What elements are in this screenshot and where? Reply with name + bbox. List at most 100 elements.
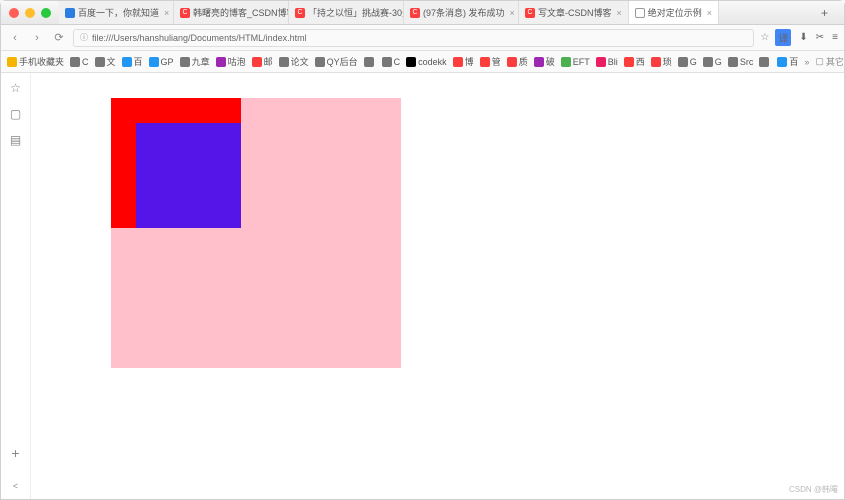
tab-strip: 百度一下，你就知道×C韩曙亮的博客_CSDN博客-×C「持之以恒」挑战赛-30天… (59, 1, 813, 24)
menu-icon[interactable]: ≡ (832, 32, 838, 43)
bookmark-20[interactable]: 琐 (651, 55, 672, 68)
bookmark-6[interactable]: 咕泡 (216, 55, 246, 68)
bookmark-3[interactable]: 百 (122, 55, 143, 68)
minimize-window-button[interactable] (25, 8, 35, 18)
bookmark-icon (279, 57, 289, 67)
bookmark-icon (364, 57, 374, 67)
bookmark-25[interactable]: 百 (777, 55, 798, 68)
bookmark-icon (122, 57, 132, 67)
bookmark-19[interactable]: 西 (624, 55, 645, 68)
bookmark-icon (252, 57, 262, 67)
blue-box (136, 123, 241, 228)
folder-label: 其它收藏 (826, 55, 844, 68)
bookmark-8[interactable]: 论文 (279, 55, 309, 68)
download-icon[interactable]: ⬇ (799, 32, 807, 43)
bookmark-label: 论文 (291, 55, 309, 68)
url-input[interactable]: ⓘ file:///Users/hanshuliang/Documents/HT… (73, 29, 754, 47)
tab-close-icon[interactable]: × (617, 8, 622, 18)
tab-close-icon[interactable]: × (510, 8, 515, 18)
bookmark-icon (507, 57, 517, 67)
bookmark-icon (453, 57, 463, 67)
bookmark-17[interactable]: EFT (561, 57, 590, 67)
new-tab-button[interactable]: + (813, 6, 836, 20)
book-icon[interactable]: ▢ (10, 107, 21, 121)
tab-label: 绝对定位示例 (648, 6, 702, 19)
bookmark-5[interactable]: 九章 (180, 55, 210, 68)
bookmark-16[interactable]: 破 (534, 55, 555, 68)
bookmark-23[interactable]: Src (728, 57, 754, 67)
red-box (111, 98, 241, 228)
bookmark-icon (703, 57, 713, 67)
bookmark-folder-other[interactable]: ▢ 其它收藏 (815, 55, 844, 68)
browser-window: 百度一下，你就知道×C韩曙亮的博客_CSDN博客-×C「持之以恒」挑战赛-30天… (0, 0, 845, 500)
bookmark-label: 管 (492, 55, 501, 68)
tab-3[interactable]: C(97条消息) 发布成功 × (404, 1, 519, 24)
bookmarks-bar: 手机收藏夹C文百GP九章咕泡邮论文QY后台Ccodekk博管质破EFTBli西琐… (1, 51, 844, 73)
maximize-window-button[interactable] (41, 8, 51, 18)
translate-button[interactable]: 译 (775, 29, 791, 46)
bookmark-icon (480, 57, 490, 67)
tab-label: 韩曙亮的博客_CSDN博客- (193, 6, 289, 19)
tab-0[interactable]: 百度一下，你就知道 × (59, 1, 174, 24)
traffic-lights (9, 8, 51, 18)
favorite-icon[interactable]: ☆ (760, 32, 769, 43)
reload-button[interactable]: ⟳ (51, 30, 67, 46)
bookmark-13[interactable]: 博 (453, 55, 474, 68)
bookmark-icon (651, 57, 661, 67)
url-text: file:///Users/hanshuliang/Documents/HTML… (92, 33, 307, 43)
tab-2[interactable]: C「持之以恒」挑战赛-30天× (289, 1, 404, 24)
tab-favicon (635, 8, 645, 18)
bookmark-24[interactable] (759, 57, 771, 67)
bookmark-15[interactable]: 质 (507, 55, 528, 68)
bookmark-label: 西 (636, 55, 645, 68)
bookmark-label: 博 (465, 55, 474, 68)
tab-close-icon[interactable]: × (707, 8, 712, 18)
bookmark-10[interactable] (364, 57, 376, 67)
bookmark-label: C (82, 57, 89, 67)
sidebar-collapse-button[interactable]: < (13, 481, 18, 491)
bookmark-22[interactable]: G (703, 57, 722, 67)
bookmark-1[interactable]: C (70, 57, 89, 67)
bookmark-label: 百 (134, 55, 143, 68)
bookmark-icon (406, 57, 416, 67)
sidebar-add-button[interactable]: + (11, 445, 19, 461)
close-window-button[interactable] (9, 8, 19, 18)
bookmark-21[interactable]: G (678, 57, 697, 67)
note-icon[interactable]: ▤ (10, 133, 21, 147)
bookmark-11[interactable]: C (382, 57, 401, 67)
page-viewport: CSDN @韩曙 (31, 73, 844, 499)
bookmark-label: EFT (573, 57, 590, 67)
tab-1[interactable]: C韩曙亮的博客_CSDN博客-× (174, 1, 289, 24)
scissors-icon[interactable]: ✂ (816, 32, 824, 43)
forward-button[interactable]: › (29, 30, 45, 46)
tab-5[interactable]: 绝对定位示例 × (629, 1, 719, 24)
bookmark-label: G (690, 57, 697, 67)
tab-4[interactable]: C写文章-CSDN博客× (519, 1, 629, 24)
folder-icon: ▢ (815, 56, 824, 67)
bookmark-label: 咕泡 (228, 55, 246, 68)
back-button[interactable]: ‹ (7, 30, 23, 46)
tab-favicon: C (525, 8, 535, 18)
bookmark-label: QY后台 (327, 55, 358, 68)
bookmark-icon (7, 57, 17, 67)
bookmark-icon (759, 57, 769, 67)
bookmark-0[interactable]: 手机收藏夹 (7, 55, 64, 68)
tab-close-icon[interactable]: × (164, 8, 169, 18)
bookmark-12[interactable]: codekk (406, 57, 447, 67)
tab-favicon: C (410, 8, 420, 18)
bookmark-icon (70, 57, 80, 67)
tab-label: (97条消息) 发布成功 (423, 6, 505, 19)
bookmark-icon (216, 57, 226, 67)
tab-label: 百度一下，你就知道 (78, 6, 159, 19)
bookmark-9[interactable]: QY后台 (315, 55, 358, 68)
bookmark-label: 手机收藏夹 (19, 55, 64, 68)
star-icon[interactable]: ☆ (10, 81, 21, 95)
bookmark-2[interactable]: 文 (95, 55, 116, 68)
bookmark-4[interactable]: GP (149, 57, 174, 67)
bookmark-7[interactable]: 邮 (252, 55, 273, 68)
bookmark-icon (561, 57, 571, 67)
sidebar: ☆ ▢ ▤ + < (1, 73, 31, 499)
bookmark-overflow[interactable]: » (804, 57, 809, 67)
bookmark-18[interactable]: Bli (596, 57, 618, 67)
bookmark-14[interactable]: 管 (480, 55, 501, 68)
